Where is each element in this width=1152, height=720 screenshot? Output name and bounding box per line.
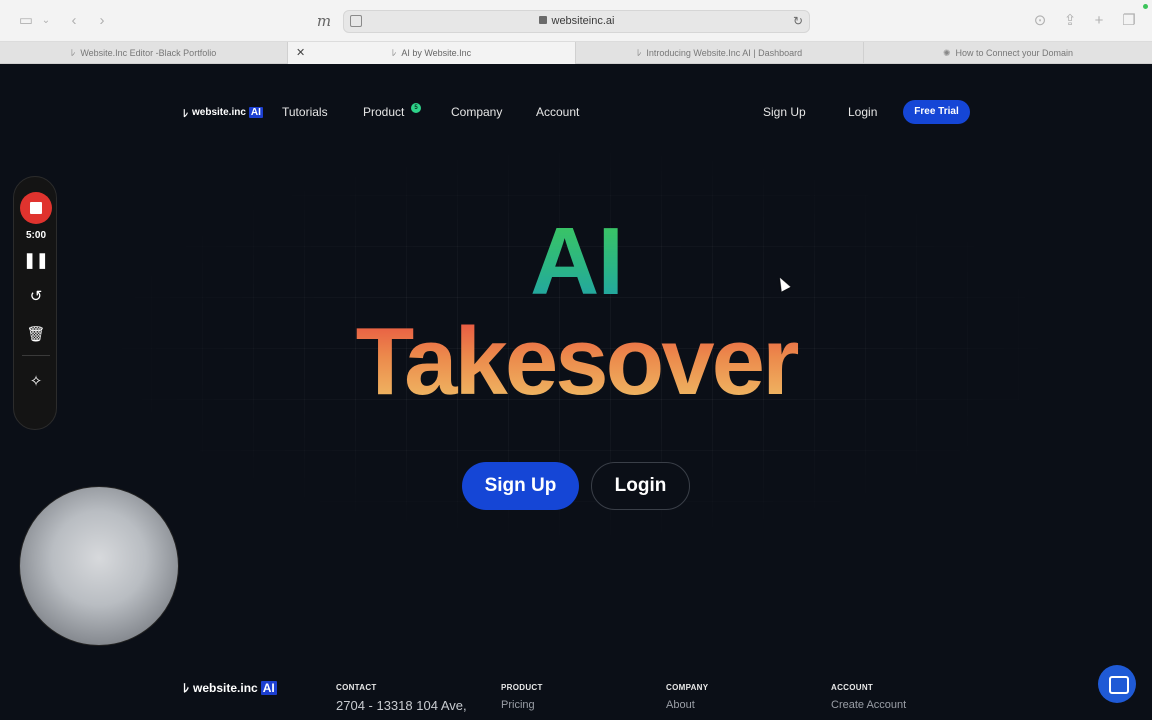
tab-domain[interactable]: ✺ How to Connect your Domain bbox=[864, 42, 1152, 64]
website-favicon-icon: ﾚ bbox=[391, 48, 397, 58]
tab-editor[interactable]: ﾚ Website.Inc Editor -Black Portfolio bbox=[0, 42, 288, 64]
nav-account[interactable]: Account bbox=[536, 105, 579, 119]
site-logo[interactable]: ﾚ website.inc AI bbox=[183, 105, 263, 120]
lock-icon bbox=[538, 16, 547, 24]
footer-company-heading: COMPANY bbox=[666, 683, 709, 692]
tab-title: How to Connect your Domain bbox=[955, 48, 1074, 58]
logo-text: website.inc bbox=[192, 107, 246, 118]
website-favicon-icon: ﾚ bbox=[636, 48, 642, 58]
extension-icon[interactable]: m bbox=[314, 11, 334, 31]
hero-sign-up-button[interactable]: Sign Up bbox=[462, 462, 579, 510]
browser-toolbar: ▭ ⌄ ‹ › m websiteinc.ai ↻ ⊙ ⇪ + ❐ bbox=[0, 0, 1152, 42]
tab-title: AI by Website.Inc bbox=[401, 48, 472, 58]
nav-tutorials[interactable]: Tutorials bbox=[282, 105, 328, 119]
footer-contact-heading: CONTACT bbox=[336, 683, 377, 692]
nav-sign-up[interactable]: Sign Up bbox=[763, 105, 806, 119]
nav-login[interactable]: Login bbox=[848, 105, 877, 119]
chevron-down-icon[interactable]: ⌄ bbox=[36, 11, 56, 31]
footer-pricing-link[interactable]: Pricing bbox=[501, 699, 535, 711]
hero-login-button[interactable]: Login bbox=[591, 462, 690, 510]
logo-mark-icon: ﾚ bbox=[183, 681, 190, 695]
tab-ai[interactable]: ✕ ﾚ AI by Website.Inc bbox=[288, 42, 576, 64]
tab-bar: ﾚ Website.Inc Editor -Black Portfolio ✕ ﾚ A… bbox=[0, 42, 1152, 64]
new-tab-icon[interactable]: + bbox=[1089, 11, 1109, 31]
back-icon[interactable]: ‹ bbox=[64, 11, 84, 31]
logo-ai-badge: AI bbox=[260, 680, 277, 695]
footer-account-heading: ACCOUNT bbox=[831, 683, 874, 692]
trash-icon[interactable]: 🗑 bbox=[14, 325, 58, 343]
status-dot bbox=[1143, 4, 1148, 9]
website-favicon-icon: ﾚ bbox=[70, 48, 76, 58]
reload-icon[interactable]: ↻ bbox=[793, 14, 803, 28]
url-text: websiteinc.ai bbox=[551, 15, 615, 27]
address-bar[interactable]: websiteinc.ai ↻ bbox=[343, 10, 810, 33]
logo-mark-icon: ﾚ bbox=[183, 109, 188, 120]
free-trial-button[interactable]: Free Trial bbox=[903, 100, 970, 124]
stop-recording-button[interactable] bbox=[20, 192, 52, 224]
logo-ai-badge: AI bbox=[248, 107, 263, 118]
screen-recorder-panel: 5:00 ❚❚ ↺ 🗑 ✧ bbox=[13, 176, 57, 430]
hero-title-line2: Takesover bbox=[0, 310, 1152, 414]
footer-logo[interactable]: ﾚ website.inc AI bbox=[183, 679, 277, 696]
draw-effects-icon[interactable]: ✧ bbox=[14, 372, 58, 390]
restart-icon[interactable]: ↺ bbox=[14, 287, 58, 305]
tab-title: Website.Inc Editor -Black Portfolio bbox=[80, 48, 217, 58]
hero-title-line1: AI bbox=[0, 212, 1152, 312]
footer-product-heading: PRODUCT bbox=[501, 683, 543, 692]
footer-contact-address: 2704 - 13318 104 Ave, bbox=[336, 698, 467, 713]
chat-support-button[interactable] bbox=[1098, 665, 1136, 703]
tab-overview-icon[interactable]: ❐ bbox=[1119, 11, 1139, 31]
tab-dashboard[interactable]: ﾚ Introducing Website.Inc AI | Dashboard bbox=[576, 42, 864, 64]
nav-product[interactable]: Product bbox=[363, 105, 404, 119]
footer-create-account-link[interactable]: Create Account bbox=[831, 699, 906, 711]
gear-favicon-icon: ✺ bbox=[942, 48, 951, 58]
share-icon[interactable]: ⇪ bbox=[1060, 11, 1080, 31]
download-icon[interactable]: ⊙ bbox=[1030, 11, 1050, 31]
logo-text: website.inc bbox=[193, 680, 258, 695]
close-icon[interactable]: ✕ bbox=[296, 42, 305, 64]
tab-title: Introducing Website.Inc AI | Dashboard bbox=[646, 48, 803, 58]
sidebar-icon[interactable]: ▭ bbox=[16, 11, 36, 31]
webcam-bubble[interactable] bbox=[19, 486, 179, 646]
product-badge: 5 bbox=[411, 103, 421, 113]
recording-timer: 5:00 bbox=[25, 230, 46, 241]
forward-icon[interactable]: › bbox=[92, 11, 112, 31]
recorder-divider bbox=[22, 355, 50, 356]
web-page: ﾚ website.inc AI Tutorials Product Compa… bbox=[0, 64, 1152, 720]
pause-icon[interactable]: ❚❚ bbox=[14, 251, 58, 269]
footer-about-link[interactable]: About bbox=[666, 699, 695, 711]
nav-company[interactable]: Company bbox=[451, 105, 502, 119]
